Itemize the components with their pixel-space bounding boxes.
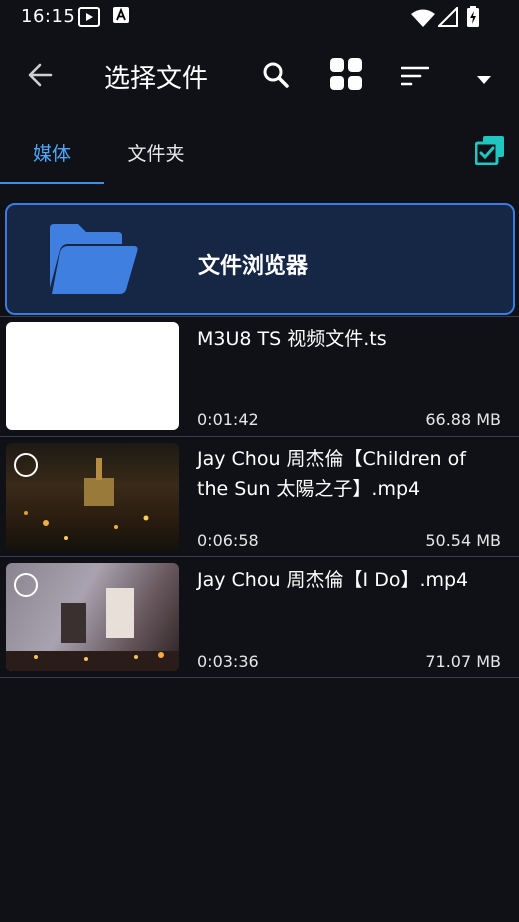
page-title: 选择文件 (104, 64, 209, 94)
status-time: 16:15 (21, 6, 76, 27)
video-thumbnail (6, 443, 179, 551)
file-size: 66.88 MB (425, 410, 501, 429)
accessibility-icon (113, 7, 129, 27)
grid-view-icon[interactable] (329, 57, 363, 95)
video-thumbnail (6, 322, 179, 430)
file-name: Jay Chou 周杰倫【I Do】.mp4 (197, 569, 469, 591)
status-bar: 16:15 (0, 0, 519, 34)
file-name: M3U8 TS 视频文件.ts (197, 328, 387, 350)
file-duration: 0:06:58 (197, 531, 259, 550)
multi-select-icon[interactable] (474, 135, 505, 169)
folder-icon (48, 222, 140, 300)
file-size: 71.07 MB (425, 652, 501, 671)
file-size: 50.54 MB (425, 531, 501, 550)
screen-record-icon (78, 7, 100, 31)
dropdown-arrow-icon[interactable] (476, 70, 492, 89)
app-bar: 选择文件 (0, 34, 519, 120)
select-checkbox[interactable] (14, 573, 38, 597)
search-icon[interactable] (262, 61, 290, 93)
signal-icon (436, 5, 458, 31)
file-name: Jay Chou 周杰倫【Children of the Sun 太陽之子】.m… (197, 448, 466, 500)
back-arrow-icon[interactable] (26, 61, 54, 93)
tab-indicator (0, 182, 104, 184)
battery-icon (466, 6, 480, 32)
video-thumbnail (6, 563, 179, 671)
divider (0, 677, 519, 678)
file-duration: 0:03:36 (197, 652, 259, 671)
file-browser-label: 文件浏览器 (198, 254, 309, 279)
tab-folder-label: 文件夹 (127, 143, 185, 165)
wifi-icon (410, 8, 436, 32)
tab-folder[interactable]: 文件夹 (104, 134, 208, 182)
file-duration: 0:01:42 (197, 410, 259, 429)
tab-media[interactable]: 媒体 (0, 134, 104, 182)
tab-media-label: 媒体 (32, 143, 71, 165)
select-checkbox[interactable] (14, 453, 38, 477)
sort-icon[interactable] (400, 65, 430, 91)
